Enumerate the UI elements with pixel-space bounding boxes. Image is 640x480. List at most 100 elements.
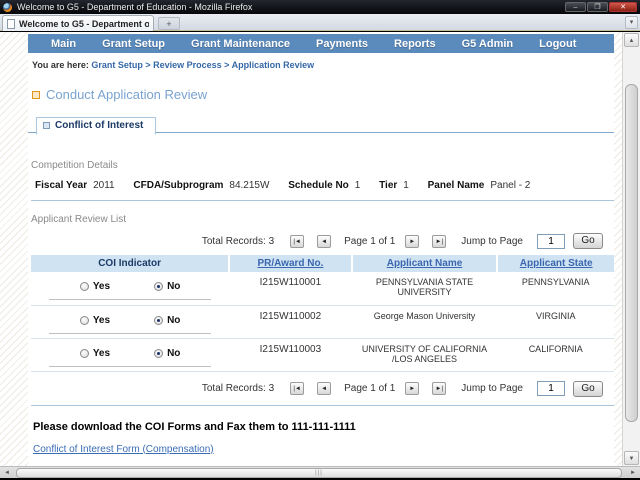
- radio-yes-icon[interactable]: [80, 349, 89, 358]
- window-titlebar: Welcome to G5 - Department of Education …: [0, 0, 640, 14]
- table-row: Yes No I215W110003 UNIVERSITY OF CALIFOR…: [31, 338, 614, 371]
- scroll-up-icon[interactable]: ▲: [624, 33, 639, 47]
- jump-to-page-input[interactable]: [537, 381, 565, 396]
- table-row: Yes No I215W110001 PENNSYLVANIA STATE UN…: [31, 272, 614, 305]
- jump-to-page-input[interactable]: [537, 234, 565, 249]
- pr-award-no: I215W110003: [229, 338, 351, 371]
- maximize-button[interactable]: ❐: [587, 2, 608, 12]
- applicant-state: PENNSYLVANIA: [497, 272, 614, 305]
- scrollbar-grip: |||: [315, 469, 323, 477]
- page-title: Conduct Application Review: [46, 87, 207, 102]
- left-margin-stripes: [0, 32, 28, 466]
- table-row: Yes No I215W110002 George Mason Universi…: [31, 305, 614, 338]
- page-icon: [7, 19, 15, 29]
- competition-details: Fiscal Year2011 CFDA/Subprogram84.215W S…: [31, 180, 614, 201]
- vertical-scrollbar[interactable]: ▲ ▼: [622, 32, 640, 466]
- main-navbar: Main Grant Setup Grant Maintenance Payme…: [28, 34, 614, 53]
- col-pr-award-no[interactable]: PR/Award No.: [229, 255, 351, 272]
- nav-item-main[interactable]: Main: [38, 38, 89, 50]
- next-page-button[interactable]: ►: [405, 382, 419, 395]
- page-content: Main Grant Setup Grant Maintenance Payme…: [28, 32, 614, 466]
- coi-yes-option[interactable]: Yes: [80, 315, 110, 326]
- window-title: Welcome to G5 - Department of Education …: [17, 0, 252, 14]
- total-records-label: Total Records:: [202, 383, 266, 394]
- horizontal-scrollbar-thumb[interactable]: |||: [16, 468, 622, 478]
- radio-yes-icon[interactable]: [80, 282, 89, 291]
- scroll-down-icon[interactable]: ▼: [624, 451, 639, 465]
- breadcrumb-path[interactable]: Grant Setup > Review Process > Applicati…: [91, 60, 314, 70]
- last-page-button[interactable]: ►|: [432, 235, 446, 248]
- prev-page-button[interactable]: ◄: [317, 382, 331, 395]
- nav-item-g5-admin[interactable]: G5 Admin: [449, 38, 527, 50]
- coi-no-option[interactable]: No: [154, 348, 180, 359]
- col-applicant-state[interactable]: Applicant State: [497, 255, 614, 272]
- page-indicator: Page 1 of 1: [344, 383, 395, 394]
- jump-to-page-label: Jump to Page: [461, 383, 523, 394]
- radio-no-icon[interactable]: [154, 349, 163, 358]
- radio-yes-icon[interactable]: [80, 316, 89, 325]
- total-records-label: Total Records:: [202, 236, 266, 247]
- schedule-value: 1: [355, 180, 361, 191]
- new-tab-button[interactable]: +: [158, 17, 180, 30]
- applicant-name: UNIVERSITY OF CALIFORNIA /LOS ANGELES: [352, 338, 498, 371]
- competition-details-label: Competition Details: [31, 160, 614, 171]
- fiscal-year-value: 2011: [93, 180, 115, 191]
- nav-item-grant-setup[interactable]: Grant Setup: [89, 38, 178, 50]
- browser-tab[interactable]: Welcome to G5 - Department of Edu...: [2, 15, 154, 31]
- pagination-top: Total Records: 3 |◄ ◄ Page 1 of 1 ► ►| J…: [31, 233, 614, 249]
- tab-list-button[interactable]: ▾: [625, 16, 638, 29]
- applicant-state: CALIFORNIA: [497, 338, 614, 371]
- go-button[interactable]: Go: [573, 233, 603, 249]
- radio-no-icon[interactable]: [154, 282, 163, 291]
- coi-fax-instruction: Please download the COI Forms and Fax th…: [33, 421, 614, 433]
- applicant-name: George Mason University: [352, 305, 498, 338]
- total-records-value: 3: [269, 383, 275, 394]
- coi-no-option[interactable]: No: [154, 281, 180, 292]
- jump-to-page-label: Jump to Page: [461, 236, 523, 247]
- vertical-scrollbar-thumb[interactable]: [625, 84, 638, 422]
- tab-label: Conflict of Interest: [55, 120, 143, 131]
- scroll-right-icon[interactable]: ►: [627, 468, 639, 478]
- nav-item-payments[interactable]: Payments: [303, 38, 381, 50]
- tab-conflict-of-interest[interactable]: Conflict of Interest: [36, 117, 156, 135]
- nav-item-reports[interactable]: Reports: [381, 38, 449, 50]
- minimize-button[interactable]: –: [565, 2, 586, 12]
- horizontal-scrollbar[interactable]: ◄ ||| ►: [0, 466, 640, 478]
- nav-item-grant-maintenance[interactable]: Grant Maintenance: [178, 38, 303, 50]
- first-page-button[interactable]: |◄: [290, 235, 304, 248]
- table-header-row: COI Indicator PR/Award No. Applicant Nam…: [31, 255, 614, 272]
- close-button[interactable]: ✕: [609, 2, 637, 12]
- coi-form-compensation-link[interactable]: Conflict of Interest Form (Compensation): [33, 444, 214, 455]
- fiscal-year-label: Fiscal Year: [35, 180, 87, 191]
- total-records-value: 3: [269, 236, 275, 247]
- breadcrumb-prefix: You are here:: [32, 60, 89, 70]
- nav-item-logout[interactable]: Logout: [526, 38, 589, 50]
- breadcrumb: You are here: Grant Setup > Review Proce…: [32, 60, 614, 70]
- tier-value: 1: [403, 180, 409, 191]
- page-indicator: Page 1 of 1: [344, 236, 395, 247]
- panel-label: Panel Name: [428, 180, 485, 191]
- scroll-left-icon[interactable]: ◄: [1, 468, 13, 478]
- pr-award-no: I215W110002: [229, 305, 351, 338]
- last-page-button[interactable]: ►|: [432, 382, 446, 395]
- radio-no-icon[interactable]: [154, 316, 163, 325]
- coi-yes-option[interactable]: Yes: [80, 281, 110, 292]
- applicant-review-list-label: Applicant Review List: [31, 214, 614, 225]
- first-page-button[interactable]: |◄: [290, 382, 304, 395]
- go-button[interactable]: Go: [573, 381, 603, 397]
- col-coi-indicator: COI Indicator: [31, 255, 229, 272]
- coi-yes-option[interactable]: Yes: [80, 348, 110, 359]
- next-page-button[interactable]: ►: [405, 235, 419, 248]
- col-applicant-name[interactable]: Applicant Name: [352, 255, 498, 272]
- page-title-icon: [32, 91, 40, 99]
- tab-strip: Conflict of Interest: [28, 115, 614, 133]
- firefox-icon: [3, 3, 12, 12]
- applicant-state: VIRGINIA: [497, 305, 614, 338]
- tier-label: Tier: [379, 180, 397, 191]
- prev-page-button[interactable]: ◄: [317, 235, 331, 248]
- pagination-bottom: Total Records: 3 |◄ ◄ Page 1 of 1 ► ►| J…: [31, 375, 614, 406]
- cfda-label: CFDA/Subprogram: [133, 180, 223, 191]
- coi-no-option[interactable]: No: [154, 315, 180, 326]
- tab-icon: [43, 122, 50, 129]
- tab-title: Welcome to G5 - Department of Edu...: [19, 19, 149, 29]
